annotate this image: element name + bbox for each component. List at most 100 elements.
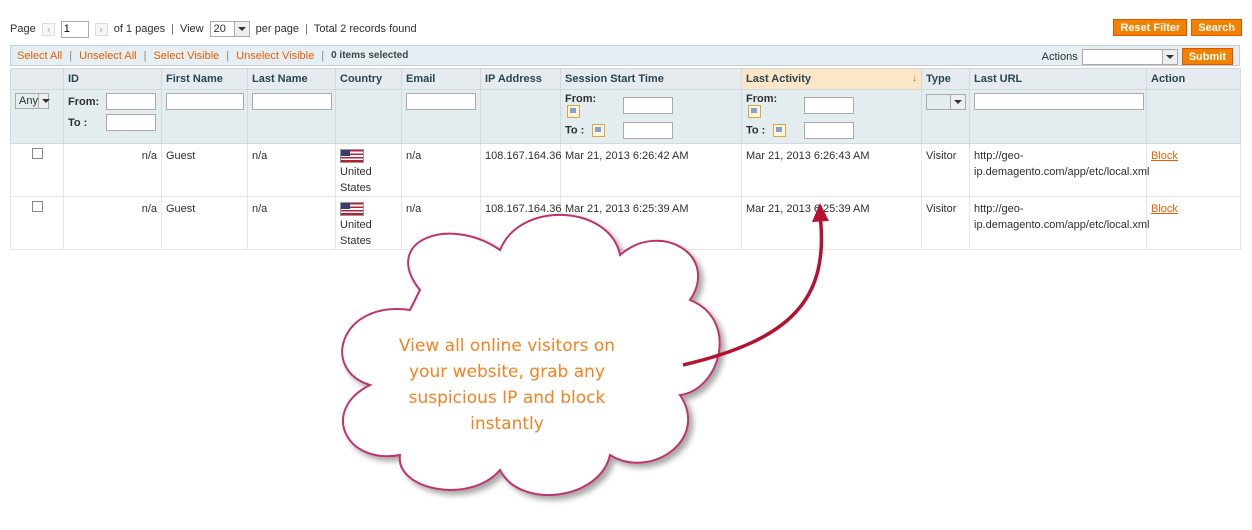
any-select[interactable]: Any bbox=[15, 93, 51, 109]
filter-country-cell bbox=[335, 89, 402, 144]
total-records: Total 2 records found bbox=[313, 23, 417, 35]
cell-first-name: Guest bbox=[161, 143, 248, 197]
cell-ip: 108.167.164.36 bbox=[480, 196, 561, 250]
col-last-activity[interactable]: Last Activity ↓ bbox=[741, 68, 922, 90]
calendar-icon[interactable] bbox=[567, 105, 580, 118]
header-row: ID First Name Last Name Country Email IP… bbox=[10, 68, 1241, 90]
cell-last-name: n/a bbox=[247, 196, 336, 250]
to-label: To : bbox=[565, 124, 585, 137]
filter-checkbox-cell: Any bbox=[10, 89, 64, 144]
separator: | bbox=[171, 23, 174, 35]
cell-ip: 108.167.164.36 bbox=[480, 143, 561, 197]
session-from-input[interactable] bbox=[623, 97, 673, 114]
reset-filter-button[interactable]: Reset Filter bbox=[1113, 19, 1188, 36]
of-pages-text: of 1 pages bbox=[113, 23, 166, 35]
select-all-link[interactable]: Select All bbox=[17, 50, 62, 62]
actions-select[interactable] bbox=[1081, 48, 1178, 65]
from-label: From: bbox=[68, 95, 100, 108]
col-last-url[interactable]: Last URL bbox=[969, 68, 1147, 90]
activity-from-input[interactable] bbox=[804, 97, 854, 114]
cell-email: n/a bbox=[401, 143, 481, 197]
unselect-visible-link[interactable]: Unselect Visible bbox=[236, 50, 314, 62]
filter-last-activity-cell: From: To : bbox=[741, 89, 922, 144]
type-select[interactable] bbox=[926, 94, 966, 110]
cell-country: United States bbox=[335, 196, 402, 250]
col-country[interactable]: Country bbox=[335, 68, 402, 90]
block-link[interactable]: Block bbox=[1151, 203, 1178, 215]
cell-url: http://geo-ip.demagento.com/app/etc/loca… bbox=[969, 143, 1149, 197]
col-action: Action bbox=[1146, 68, 1241, 90]
unselect-all-link[interactable]: Unselect All bbox=[79, 50, 136, 62]
items-selected-count: 0 items selected bbox=[331, 50, 409, 61]
col-first-name[interactable]: First Name bbox=[161, 68, 248, 90]
filter-last-name-cell bbox=[247, 89, 336, 144]
cell-email: n/a bbox=[401, 196, 481, 250]
select-visible-link[interactable]: Select Visible bbox=[153, 50, 219, 62]
prev-page-icon[interactable] bbox=[41, 22, 55, 36]
activity-to-input[interactable] bbox=[804, 122, 854, 139]
filter-id-cell: From: To : bbox=[63, 89, 162, 144]
to-label: To : bbox=[746, 124, 766, 137]
col-ip-address[interactable]: IP Address bbox=[480, 68, 561, 90]
next-page-icon[interactable] bbox=[94, 22, 108, 36]
filter-email-cell bbox=[401, 89, 481, 144]
last-name-filter-input[interactable] bbox=[252, 93, 332, 110]
col-last-name[interactable]: Last Name bbox=[247, 68, 336, 90]
calendar-icon[interactable] bbox=[592, 124, 606, 137]
block-link[interactable]: Block bbox=[1151, 150, 1178, 162]
cell-last-name: n/a bbox=[247, 143, 336, 197]
row-checkbox[interactable] bbox=[31, 201, 43, 212]
cell-last-activity: Mar 21, 2013 6:26:43 AM bbox=[741, 143, 922, 197]
submit-button[interactable]: Submit bbox=[1181, 48, 1233, 65]
view-select[interactable]: 20 bbox=[209, 21, 250, 37]
pager: Page of 1 pages | View 20 per page | Tot… bbox=[10, 18, 417, 40]
table-row[interactable]: n/a Guest n/a United States n/a 108.167.… bbox=[10, 143, 1241, 197]
row-checkbox[interactable] bbox=[31, 148, 43, 159]
massaction-bar: Select All | Unselect All | Select Visib… bbox=[10, 45, 1240, 66]
filter-row: Any From: To : From: To : From: To : bbox=[10, 89, 1241, 144]
cell-last-activity: Mar 21, 2013 6:25:39 AM bbox=[741, 196, 922, 250]
col-checkbox-header bbox=[10, 68, 64, 90]
from-label: From: bbox=[565, 93, 597, 105]
col-session-start[interactable]: Session Start Time bbox=[560, 68, 742, 90]
country-name: United States bbox=[340, 166, 372, 194]
actions-label: Actions bbox=[1041, 50, 1078, 63]
col-last-activity-label: Last Activity bbox=[746, 73, 812, 85]
per-page-text: per page bbox=[255, 23, 300, 35]
chevron-down-icon bbox=[950, 95, 965, 109]
first-name-filter-input[interactable] bbox=[166, 93, 244, 110]
col-email[interactable]: Email bbox=[401, 68, 481, 90]
cell-url: http://geo-ip.demagento.com/app/etc/loca… bbox=[969, 196, 1149, 250]
id-to-input[interactable] bbox=[106, 114, 156, 131]
annotation-text: View all online visitors on your website… bbox=[398, 336, 616, 434]
email-filter-input[interactable] bbox=[406, 93, 476, 110]
to-label: To : bbox=[68, 116, 88, 129]
any-value: Any bbox=[19, 95, 38, 107]
url-filter-input[interactable] bbox=[974, 93, 1144, 110]
cell-session-start: Mar 21, 2013 6:26:42 AM bbox=[560, 143, 742, 197]
from-label: From: bbox=[746, 93, 778, 105]
session-to-input[interactable] bbox=[623, 122, 673, 139]
table-row[interactable]: n/a Guest n/a United States n/a 108.167.… bbox=[10, 196, 1241, 250]
view-label: View bbox=[179, 23, 204, 35]
calendar-icon[interactable] bbox=[773, 124, 787, 137]
filter-buttons: Reset Filter Search bbox=[1113, 19, 1242, 36]
calendar-icon[interactable] bbox=[748, 105, 761, 118]
filter-action-cell bbox=[1146, 89, 1241, 144]
filter-ip-cell bbox=[480, 89, 561, 144]
col-id[interactable]: ID bbox=[63, 68, 162, 90]
separator: | bbox=[305, 23, 308, 35]
chevron-down-icon bbox=[1161, 49, 1177, 64]
us-flag-icon bbox=[340, 149, 364, 164]
view-value: 20 bbox=[213, 23, 226, 35]
cell-id: n/a bbox=[63, 196, 162, 250]
search-button[interactable]: Search bbox=[1191, 19, 1242, 36]
page-label: Page bbox=[10, 23, 36, 35]
cell-type: Visitor bbox=[921, 143, 970, 197]
sort-arrow-icon: ↓ bbox=[912, 73, 917, 84]
page-input[interactable] bbox=[60, 20, 89, 38]
cell-type: Visitor bbox=[921, 196, 970, 250]
us-flag-icon bbox=[340, 202, 364, 217]
id-from-input[interactable] bbox=[106, 93, 156, 110]
col-type[interactable]: Type bbox=[921, 68, 970, 90]
